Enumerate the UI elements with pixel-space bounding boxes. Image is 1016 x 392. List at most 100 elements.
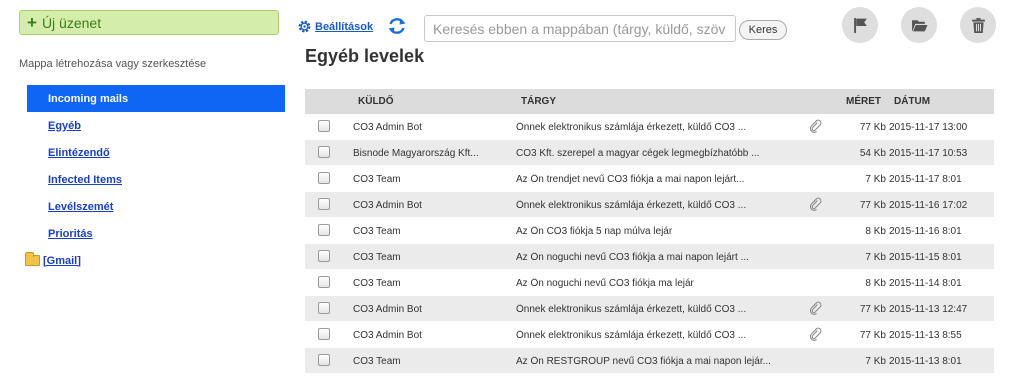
- folder-item-gmail[interactable]: [Gmail]: [25, 247, 285, 274]
- message-sender: CO3 Team: [353, 174, 401, 185]
- message-date: 2015-11-14 8:01: [889, 278, 962, 289]
- message-subject[interactable]: Önnek elektronikus számlája érkezett, kü…: [516, 304, 806, 315]
- new-message-button[interactable]: + Új üzenet: [19, 10, 279, 35]
- message-date: 2015-11-15 8:01: [889, 252, 962, 263]
- folder-label: Infected Items: [48, 173, 122, 186]
- folder-hint: Mappa létrehozása vagy szerkesztése: [19, 58, 207, 70]
- message-date: 2015-11-13 12:47: [889, 304, 968, 315]
- message-list: CO3 Admin Bot Önnek elektronikus számlája…: [305, 114, 994, 374]
- move-folder-button[interactable]: [901, 7, 937, 43]
- row-checkbox[interactable]: [318, 328, 330, 340]
- attachment-icon: [809, 327, 822, 341]
- flag-icon: [853, 17, 867, 33]
- message-date: 2015-11-13 8:55: [889, 330, 962, 341]
- message-sender: Bisnode Magyarország Kft...: [353, 148, 479, 159]
- message-size: 8 Kb: [865, 226, 886, 237]
- search-input[interactable]: [424, 15, 736, 42]
- attachment-icon: [809, 197, 822, 211]
- message-date: 2015-11-13 8:01: [889, 356, 962, 367]
- row-checkbox[interactable]: [318, 120, 330, 132]
- column-header-sender[interactable]: KÜLDŐ: [358, 96, 394, 107]
- message-sender: CO3 Admin Bot: [353, 122, 422, 133]
- flag-button[interactable]: [842, 7, 878, 43]
- row-checkbox[interactable]: [318, 146, 330, 158]
- message-subject[interactable]: Az Ön CO3 fiókja 5 nap múlva lejár: [516, 226, 806, 237]
- message-date: 2015-11-17 10:53: [889, 148, 968, 159]
- message-size: 77 Kb: [859, 330, 886, 341]
- table-row[interactable]: CO3 Team Az Ön RESTGROUP nevű CO3 fiókja …: [305, 348, 994, 374]
- table-row[interactable]: CO3 Admin Bot Önnek elektronikus számlája…: [305, 114, 994, 140]
- message-subject[interactable]: Az Ön noguchi nevű CO3 fiókja a mai napo…: [516, 252, 806, 263]
- folder-open-icon: [911, 19, 927, 31]
- table-header: KÜLDŐ TÁRGY MÉRET DÁTUM: [305, 89, 994, 114]
- message-subject[interactable]: Az Ön RESTGROUP nevű CO3 fiókja a mai na…: [516, 356, 806, 367]
- table-row[interactable]: CO3 Team Az Ön noguchi nevű CO3 fiókja a …: [305, 244, 994, 270]
- message-table: KÜLDŐ TÁRGY MÉRET DÁTUM CO3 Admin Bot Önn…: [305, 89, 994, 374]
- message-size: 77 Kb: [859, 200, 886, 211]
- folder-list: Incoming mails Egyéb Elintézendő Infecte…: [25, 85, 285, 274]
- message-date: 2015-11-17 8:01: [889, 174, 962, 185]
- folder-item-egyeb[interactable]: Egyéb: [27, 112, 285, 139]
- folder-item-infected-items[interactable]: Infected Items: [27, 166, 285, 193]
- table-row[interactable]: CO3 Admin Bot Önnek elektronikus számlája…: [305, 192, 994, 218]
- message-size: 7 Kb: [865, 356, 886, 367]
- column-header-size[interactable]: MÉRET: [846, 96, 881, 107]
- message-subject[interactable]: Önnek elektronikus számlája érkezett, kü…: [516, 122, 806, 133]
- message-subject[interactable]: Önnek elektronikus számlája érkezett, kü…: [516, 200, 806, 211]
- folder-item-elintezendo[interactable]: Elintézendő: [27, 139, 285, 166]
- gear-icon: [298, 20, 311, 33]
- folder-item-prioritas[interactable]: Prioritás: [27, 220, 285, 247]
- plus-icon: +: [27, 13, 37, 32]
- message-sender: CO3 Team: [353, 356, 401, 367]
- column-header-date[interactable]: DÁTUM: [894, 96, 930, 107]
- table-row[interactable]: CO3 Admin Bot Önnek elektronikus számlája…: [305, 296, 994, 322]
- message-sender: CO3 Admin Bot: [353, 304, 422, 315]
- folder-label: Elintézendő: [48, 146, 110, 159]
- row-checkbox[interactable]: [318, 198, 330, 210]
- table-row[interactable]: CO3 Admin Bot Önnek elektronikus számlája…: [305, 322, 994, 348]
- message-sender: CO3 Admin Bot: [353, 200, 422, 211]
- row-checkbox[interactable]: [318, 172, 330, 184]
- folder-item-levelszemet[interactable]: Levélszemét: [27, 193, 285, 220]
- folder-item-incoming-mails[interactable]: Incoming mails: [27, 85, 285, 112]
- message-sender: CO3 Admin Bot: [353, 330, 422, 341]
- message-date: 2015-11-16 17:02: [889, 200, 968, 211]
- new-message-label: Új üzenet: [41, 14, 102, 31]
- folder-icon: [25, 252, 40, 266]
- table-row[interactable]: CO3 Team Az Ön trendjet nevű CO3 fiókja a…: [305, 166, 994, 192]
- settings-label: Beállítások: [315, 20, 374, 33]
- search-button[interactable]: Keres: [739, 20, 787, 40]
- row-checkbox[interactable]: [318, 302, 330, 314]
- message-sender: CO3 Team: [353, 226, 401, 237]
- folder-label: Egyéb: [48, 119, 82, 132]
- row-checkbox[interactable]: [318, 276, 330, 288]
- row-checkbox[interactable]: [318, 250, 330, 262]
- message-subject[interactable]: Az Ön trendjet nevű CO3 fiókja a mai nap…: [516, 174, 806, 185]
- attachment-icon: [809, 301, 822, 315]
- message-sender: CO3 Team: [353, 252, 401, 263]
- message-subject[interactable]: Az Ön noguchi nevű CO3 fiókja ma lejár: [516, 278, 806, 289]
- table-row[interactable]: Bisnode Magyarország Kft... CO3 Kft. szer…: [305, 140, 994, 166]
- message-date: 2015-11-17 13:00: [889, 122, 968, 133]
- message-sender: CO3 Team: [353, 278, 401, 289]
- folder-label: Incoming mails: [48, 92, 129, 105]
- column-header-subject[interactable]: TÁRGY: [521, 96, 556, 107]
- message-size: 54 Kb: [859, 148, 886, 159]
- message-size: 7 Kb: [865, 252, 886, 263]
- message-subject[interactable]: Önnek elektronikus számlája érkezett, kü…: [516, 330, 806, 341]
- refresh-icon[interactable]: [387, 16, 407, 36]
- table-row[interactable]: CO3 Team Az Ön CO3 fiókja 5 nap múlva lej…: [305, 218, 994, 244]
- settings-link[interactable]: Beállítások: [297, 19, 373, 34]
- message-size: 77 Kb: [859, 122, 886, 133]
- trash-icon: [971, 17, 985, 33]
- table-row[interactable]: CO3 Team Az Ön noguchi nevű CO3 fiókja ma…: [305, 270, 994, 296]
- message-date: 2015-11-16 8:01: [889, 226, 962, 237]
- folder-label: Levélszemét: [48, 200, 114, 213]
- row-checkbox[interactable]: [318, 354, 330, 366]
- message-size: 8 Kb: [865, 278, 886, 289]
- row-checkbox[interactable]: [318, 224, 330, 236]
- delete-button[interactable]: [960, 7, 996, 43]
- page-title: Egyéb levelek: [305, 46, 425, 66]
- message-subject[interactable]: CO3 Kft. szerepel a magyar cégek legmegb…: [516, 148, 806, 159]
- attachment-icon: [809, 119, 822, 133]
